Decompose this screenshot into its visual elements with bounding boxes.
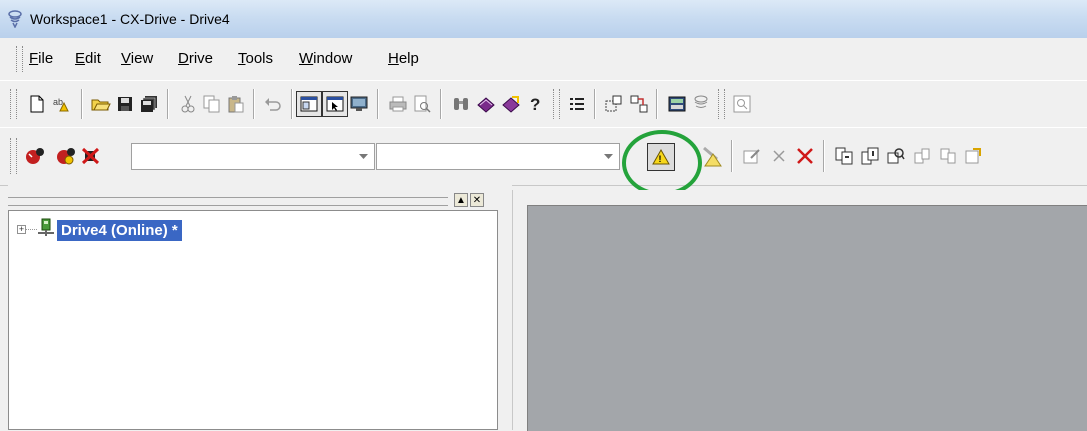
find-replace-icon[interactable]: ab	[50, 92, 74, 116]
binoculars-icon[interactable]	[449, 92, 473, 116]
workspace-pane-header[interactable]: ▲ ✕	[8, 192, 498, 210]
cut-icon[interactable]	[176, 92, 200, 116]
toolbar-grip[interactable]	[553, 89, 560, 119]
toolbar-grip[interactable]	[718, 89, 725, 119]
drive-combo-2[interactable]	[376, 143, 620, 170]
menu-window[interactable]: Window	[299, 50, 352, 67]
workspace-pane: ▲ ✕ + Drive4 (Online) *	[8, 184, 498, 430]
whats-this-help-icon[interactable]: ?	[523, 92, 547, 116]
delete-red-icon[interactable]	[793, 144, 817, 168]
project-tree: + Drive4 (Online) *	[8, 210, 498, 430]
svg-text:?: ?	[530, 95, 540, 113]
compare-icon[interactable]	[627, 92, 651, 116]
zoom-icon[interactable]	[730, 92, 754, 116]
menu-drive[interactable]: Drive	[178, 50, 213, 67]
tree-expander[interactable]: +	[17, 225, 26, 234]
export-icon[interactable]	[962, 144, 986, 168]
chevron-down-icon[interactable]	[352, 144, 374, 169]
sensor-icon[interactable]	[689, 92, 713, 116]
disconnect-icon[interactable]	[79, 144, 103, 168]
toolbar-separator	[167, 89, 169, 119]
drive-combo-1[interactable]	[131, 143, 375, 170]
monitor-icon[interactable]	[347, 92, 371, 116]
select-icon[interactable]	[602, 92, 626, 116]
drive-toolbar: !	[0, 127, 1087, 186]
toolbar-separator	[253, 89, 255, 119]
calculator-icon[interactable]	[665, 92, 689, 116]
toolbar-separator	[823, 140, 825, 172]
menu-file[interactable]: File	[29, 50, 53, 67]
transfer-from-drive-icon[interactable]	[858, 144, 882, 168]
warning-arrow-icon[interactable]	[700, 144, 724, 168]
paste-icon[interactable]	[224, 92, 248, 116]
menu-view[interactable]: View	[121, 50, 153, 67]
window-title: Workspace1 - CX-Drive - Drive4	[30, 11, 230, 27]
window-pointer-icon[interactable]	[322, 91, 348, 117]
go-online-icon[interactable]	[23, 144, 47, 168]
menu-edit[interactable]: Edit	[75, 50, 101, 67]
toolbar-separator	[594, 89, 596, 119]
save-icon[interactable]	[113, 92, 137, 116]
help-book-arrow-icon[interactable]	[499, 92, 523, 116]
toolbar-grip[interactable]	[10, 89, 17, 119]
work-online-icon[interactable]	[54, 144, 78, 168]
compare-parameters-icon[interactable]	[884, 144, 908, 168]
download-icon[interactable]	[936, 144, 960, 168]
toolbar-separator	[440, 89, 442, 119]
cx-drive-app-icon	[8, 10, 22, 28]
undo-icon[interactable]	[261, 92, 285, 116]
pane-close-icon[interactable]: ✕	[470, 193, 484, 207]
menu-help[interactable]: Help	[388, 50, 419, 67]
menu-tools[interactable]: Tools	[238, 50, 273, 67]
toolbar-separator	[377, 89, 379, 119]
toolbar-separator	[291, 89, 293, 119]
copy-icon[interactable]	[200, 92, 224, 116]
toolbar-separator	[731, 140, 733, 172]
upload-icon[interactable]	[910, 144, 934, 168]
help-book-icon[interactable]	[474, 92, 498, 116]
pane-pin-icon[interactable]: ▲	[454, 193, 468, 207]
open-folder-icon[interactable]	[89, 92, 113, 116]
edit-parameter-icon[interactable]	[740, 144, 764, 168]
list-icon[interactable]	[565, 92, 589, 116]
toolbar-separator	[81, 89, 83, 119]
save-all-icon[interactable]	[137, 92, 161, 116]
pane-gripper[interactable]	[8, 197, 448, 206]
menu-bar: File Edit View Drive Tools Window Help	[0, 38, 1087, 80]
toolbar-grip[interactable]	[10, 138, 17, 174]
delete-gray-icon[interactable]	[767, 144, 791, 168]
new-document-icon[interactable]	[25, 92, 49, 116]
transfer-to-drive-icon[interactable]	[832, 144, 856, 168]
standard-toolbar: ab ?	[0, 80, 1087, 128]
drive-node-icon	[37, 218, 55, 238]
tree-node-drive4[interactable]: Drive4 (Online) *	[57, 220, 182, 241]
chevron-down-icon[interactable]	[597, 144, 619, 169]
pane-splitter[interactable]	[498, 184, 512, 430]
title-bar: Workspace1 - CX-Drive - Drive4	[0, 0, 1087, 38]
highlight-annotation-circle	[622, 130, 702, 196]
window-layout-icon[interactable]	[296, 91, 322, 117]
svg-text:ab: ab	[53, 97, 63, 107]
menubar-grip[interactable]	[16, 46, 23, 72]
toolbar-separator	[656, 89, 658, 119]
print-icon[interactable]	[386, 92, 410, 116]
print-preview-icon[interactable]	[410, 92, 434, 116]
mdi-client-area	[527, 205, 1087, 431]
